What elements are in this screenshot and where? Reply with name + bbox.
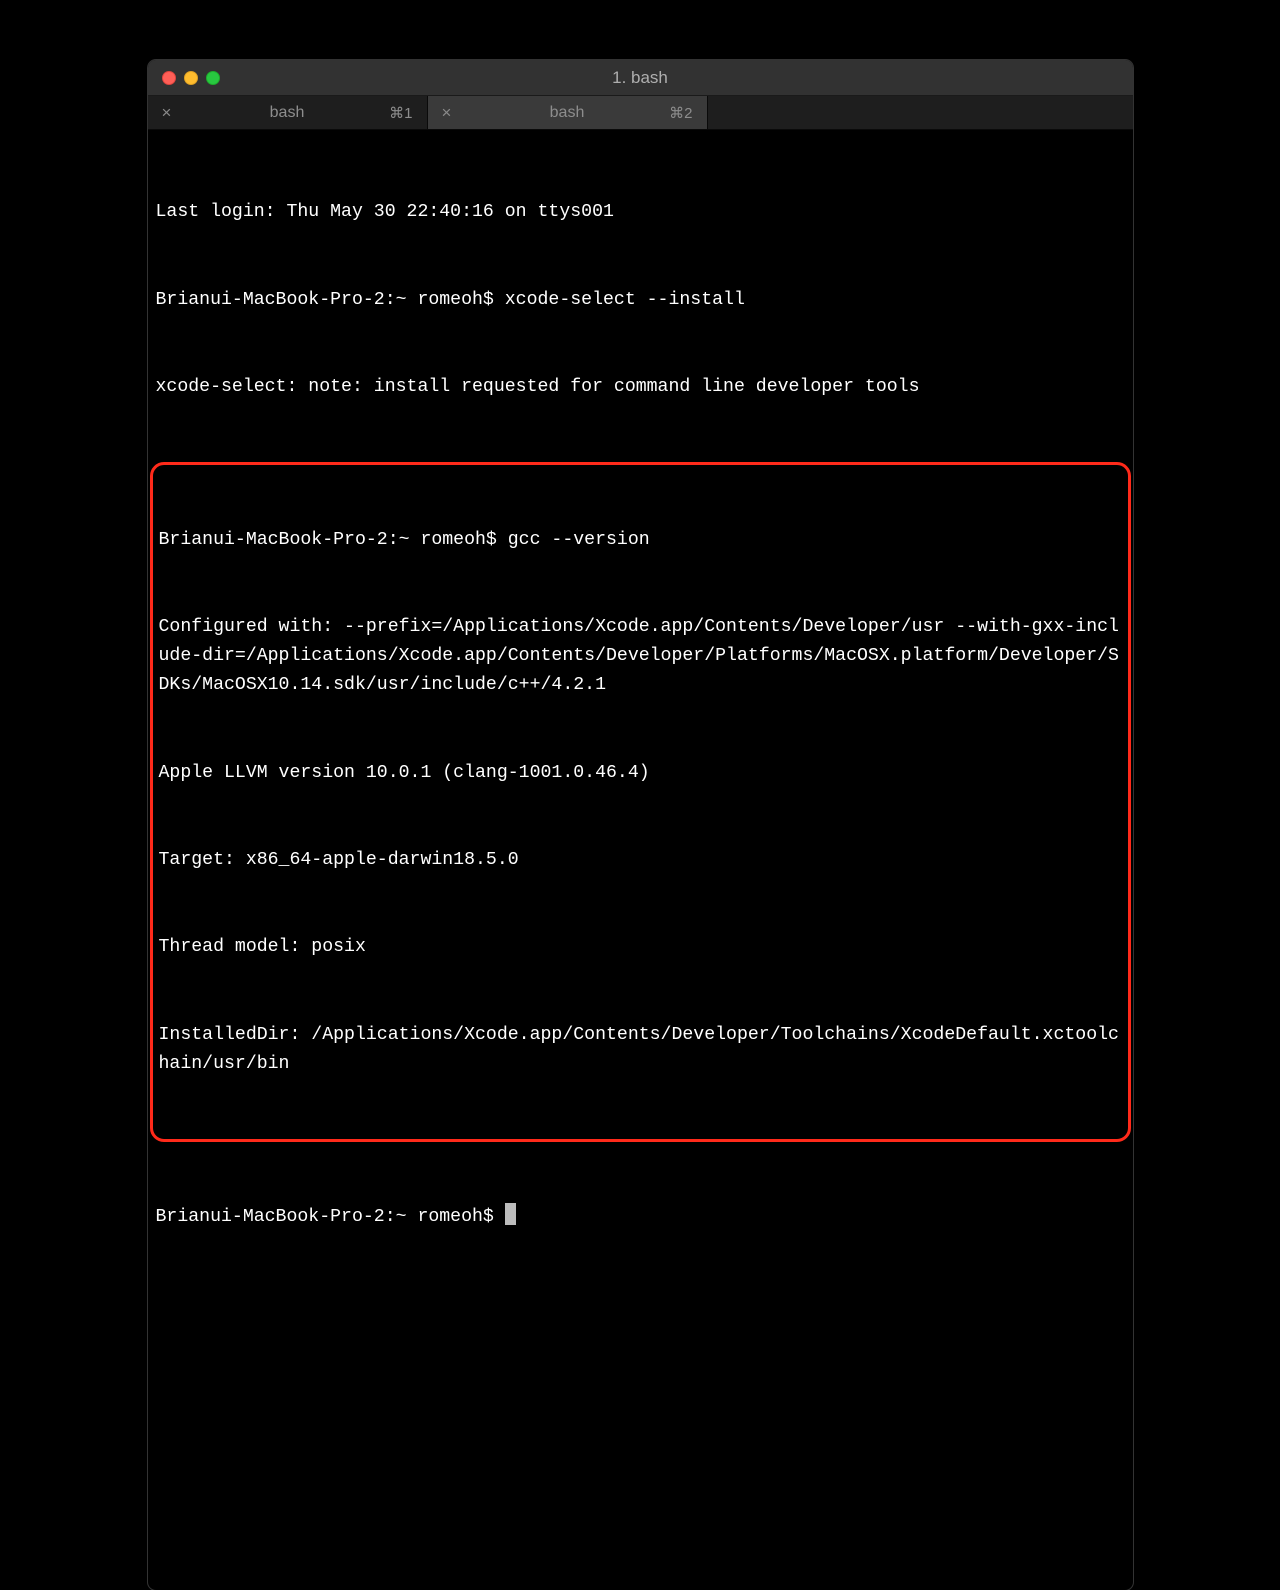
maximize-icon[interactable] [206,71,220,85]
terminal-line: Thread model: posix [159,933,1122,962]
terminal-line: InstalledDir: /Applications/Xcode.app/Co… [159,1021,1122,1079]
terminal-line: Brianui-MacBook-Pro-2:~ romeoh$ gcc --ve… [159,526,1122,555]
window-title: 1. bash [612,68,668,88]
tab-bash-2[interactable]: × bash ⌘2 [428,96,708,129]
tab-label: bash [550,104,585,122]
terminal-line: Brianui-MacBook-Pro-2:~ romeoh$ xcode-se… [156,286,1125,315]
title-bar[interactable]: 1. bash [148,60,1133,96]
close-icon[interactable] [162,71,176,85]
terminal-window: 1. bash × bash ⌘1 × bash ⌘2 Last login: … [148,60,1133,1590]
tab-bash-1[interactable]: × bash ⌘1 [148,96,428,129]
traffic-lights [148,71,220,85]
minimize-icon[interactable] [184,71,198,85]
close-icon[interactable]: × [162,104,180,121]
close-icon[interactable]: × [442,104,460,121]
terminal-line: Target: x86_64-apple-darwin18.5.0 [159,846,1122,875]
tab-shortcut: ⌘2 [669,104,692,122]
tab-label: bash [270,104,305,122]
terminal-prompt: Brianui-MacBook-Pro-2:~ romeoh$ [156,1203,1125,1232]
terminal-line: Configured with: --prefix=/Applications/… [159,613,1122,700]
highlight-annotation: Brianui-MacBook-Pro-2:~ romeoh$ gcc --ve… [150,462,1131,1142]
terminal-line: xcode-select: note: install requested fo… [156,373,1125,402]
prompt-text: Brianui-MacBook-Pro-2:~ romeoh$ [156,1207,505,1227]
tab-bar: × bash ⌘1 × bash ⌘2 [148,96,1133,130]
cursor-icon [505,1203,516,1225]
terminal-line: Last login: Thu May 30 22:40:16 on ttys0… [156,198,1125,227]
tab-shortcut: ⌘1 [389,104,412,122]
terminal-output[interactable]: Last login: Thu May 30 22:40:16 on ttys0… [148,130,1133,1590]
terminal-line: Apple LLVM version 10.0.1 (clang-1001.0.… [159,759,1122,788]
